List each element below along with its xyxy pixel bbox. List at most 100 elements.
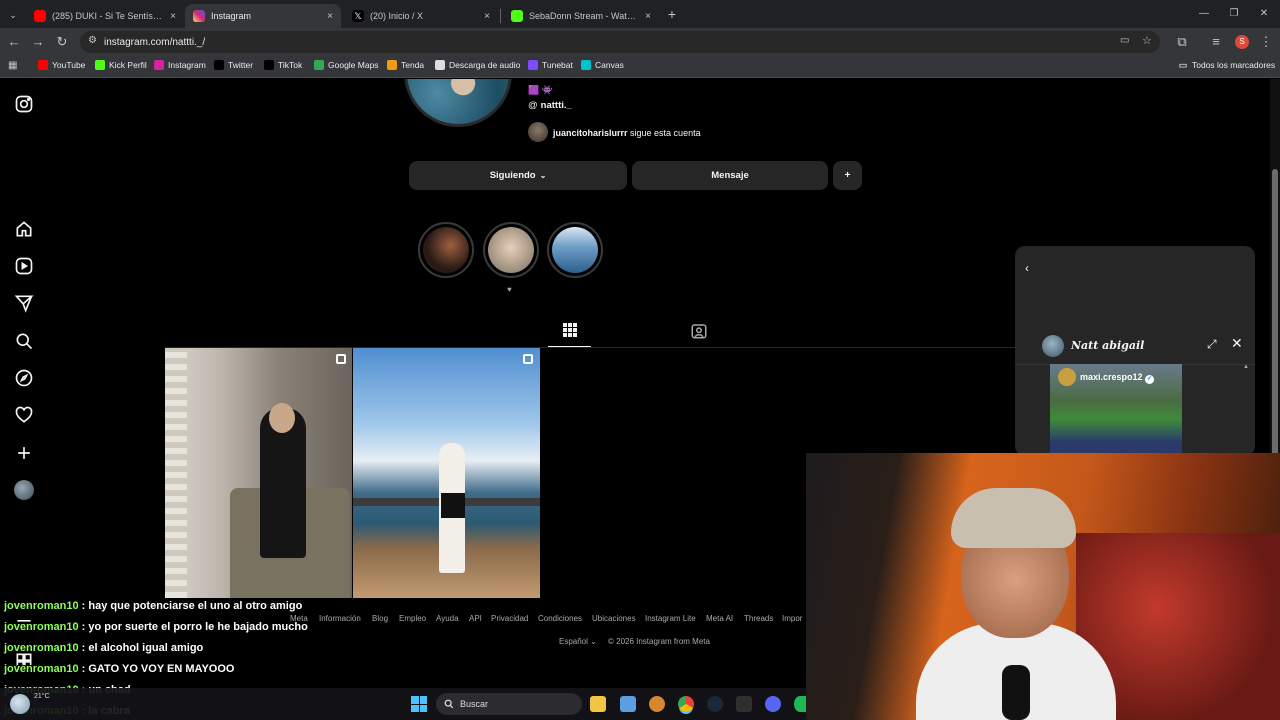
posts-tab[interactable]	[548, 317, 591, 347]
footer-link[interactable]: Meta AI	[706, 614, 733, 623]
reload-icon[interactable]: ↻	[54, 34, 70, 50]
menu-kebab-icon[interactable]: ⋮	[1258, 34, 1274, 50]
profile-picture[interactable]	[404, 79, 512, 127]
instagram-logo-icon[interactable]	[14, 94, 34, 114]
minimize-button[interactable]: —	[1196, 6, 1212, 22]
extensions-icon[interactable]: ⧉	[1174, 34, 1190, 50]
messages-send-icon[interactable]	[14, 293, 34, 313]
bookmark-tiktok[interactable]: TikTok	[264, 60, 302, 70]
bookmark-canvas[interactable]: Canvas	[581, 60, 624, 70]
dm-back-icon[interactable]: ‹	[1025, 261, 1029, 275]
bookmark-tenda[interactable]: Tenda	[387, 60, 424, 70]
discord-icon[interactable]	[765, 696, 781, 712]
message-button[interactable]: Mensaje	[632, 161, 828, 190]
back-arrow-icon[interactable]: ←	[6, 34, 22, 50]
tab-close-icon[interactable]: ×	[484, 11, 490, 22]
notifications-heart-icon[interactable]	[14, 405, 34, 425]
all-bookmarks-folder[interactable]: ▭ Todos los marcadores	[1178, 60, 1275, 70]
home-icon[interactable]	[14, 219, 34, 239]
bookmark-star-icon[interactable]: ☆	[1142, 34, 1152, 47]
bookmark-kick-perfil[interactable]: Kick Perfil	[95, 60, 147, 70]
dm-close-icon[interactable]: ✕	[1231, 335, 1243, 352]
chat-text: : GATO YO VOY EN MAYOOO	[78, 663, 235, 675]
taskbar-search-box[interactable]: Buscar	[436, 693, 582, 715]
footer-link[interactable]: Blog	[372, 614, 388, 623]
bookmark-twitter[interactable]: Twitter	[214, 60, 253, 70]
bookmark-tunebat[interactable]: Tunebat	[528, 60, 573, 70]
cast-icon[interactable]: ▭	[1120, 35, 1129, 46]
reading-list-icon[interactable]: ≡	[1208, 34, 1224, 50]
post-thumbnail-1[interactable]	[165, 348, 352, 598]
threads-badge[interactable]: @ nattti._	[528, 100, 572, 111]
footer-link[interactable]: Ubicaciones	[592, 614, 636, 623]
post-thumbnail-2[interactable]	[353, 348, 540, 598]
reels-icon[interactable]	[14, 256, 34, 276]
followed-by-text[interactable]: juancitoharislurrr sigue esta cuenta	[553, 128, 701, 138]
dm-scrollbar[interactable]: ▲	[1243, 364, 1251, 456]
following-button[interactable]: Siguiendo ⌄	[409, 161, 627, 190]
suggest-user-button[interactable]: +	[833, 161, 862, 190]
language-selector[interactable]: Español ⌄	[559, 637, 597, 646]
footer-link[interactable]: Impor	[782, 614, 802, 623]
bookmark-descarga-de-audio[interactable]: Descarga de audio	[435, 60, 520, 70]
apps-grid-icon[interactable]: ▦	[8, 60, 20, 72]
tab-close-icon[interactable]: ×	[170, 11, 176, 22]
spotify-icon[interactable]	[794, 696, 806, 712]
tab-x[interactable]: 𝕏 (20) Inicio / X ×	[344, 4, 498, 28]
footer-link[interactable]: Threads	[744, 614, 773, 623]
tab-close-icon[interactable]: ×	[327, 11, 333, 22]
bookmark-youtube[interactable]: YouTube	[38, 60, 85, 70]
file-explorer-icon[interactable]	[590, 696, 606, 712]
grid-icon	[562, 323, 577, 337]
site-info-icon[interactable]: ⚙	[88, 35, 97, 46]
highlight-3[interactable]	[547, 222, 603, 278]
highlight-1[interactable]	[418, 222, 474, 278]
bookmark-google-maps[interactable]: Google Maps	[314, 60, 379, 70]
create-plus-icon[interactable]	[14, 443, 34, 463]
footer-link[interactable]: Condiciones	[538, 614, 582, 623]
chat-message: jovenroman10 : yo por suerte el porro le…	[4, 621, 308, 633]
tab-instagram[interactable]: Instagram ×	[185, 4, 341, 28]
tagged-person-icon	[691, 324, 707, 339]
follower-avatar[interactable]	[528, 122, 548, 142]
footer-link[interactable]: Empleo	[399, 614, 426, 623]
footer-link[interactable]: Privacidad	[491, 614, 528, 623]
weather-icon[interactable]	[10, 694, 30, 714]
tab-youtube[interactable]: (285) DUKI - Si Te Sentís Sola (V ×	[26, 4, 184, 28]
highlight-2[interactable]	[483, 222, 539, 278]
store-icon[interactable]	[620, 696, 636, 712]
tab-search-chevron-icon[interactable]: ⌄	[6, 8, 20, 22]
tab-close-icon[interactable]: ×	[645, 11, 651, 22]
dm-expand-icon[interactable]: ⤢	[1207, 337, 1217, 352]
tab-kick[interactable]: SebaDonn Stream - Watch Live ×	[503, 4, 659, 28]
chat-message: jovenroman10 : el alcohol igual amigo	[4, 642, 203, 654]
footer-link[interactable]: Información	[319, 614, 361, 623]
tiktok-icon	[264, 60, 274, 70]
steam-icon[interactable]	[707, 696, 723, 712]
folder-label: Todos los marcadores	[1192, 60, 1276, 70]
bookmark-instagram[interactable]: Instagram	[154, 60, 206, 70]
dm-avatar[interactable]	[1042, 335, 1064, 357]
face-image-region	[269, 403, 295, 433]
maximize-button[interactable]: ❐	[1226, 6, 1242, 22]
dm-shared-post[interactable]: maxi.crespo12 ✔	[1050, 364, 1182, 456]
profile-avatar-icon[interactable]	[14, 480, 34, 500]
chat-message: jovenroman10 : GATO YO VOY EN MAYOOO	[4, 663, 234, 675]
epic-games-icon[interactable]	[736, 696, 752, 712]
x-icon	[214, 60, 224, 70]
close-window-button[interactable]: ✕	[1256, 6, 1272, 22]
explore-compass-icon[interactable]	[14, 368, 34, 388]
new-tab-button[interactable]: +	[664, 6, 680, 22]
brave-icon[interactable]	[649, 696, 665, 712]
chrome-icon[interactable]	[678, 696, 694, 712]
footer-link[interactable]: Instagram Lite	[645, 614, 696, 623]
profile-avatar[interactable]: S	[1235, 35, 1249, 49]
address-bar[interactable]: ⚙ instagram.com/nattti._/ ▭ ☆	[80, 31, 1160, 53]
forward-arrow-icon[interactable]: →	[30, 34, 46, 50]
footer-link[interactable]: API	[469, 614, 482, 623]
search-icon[interactable]	[14, 331, 34, 351]
windows-start-icon[interactable]	[411, 696, 427, 712]
footer-link[interactable]: Ayuda	[436, 614, 459, 623]
tagged-tab[interactable]	[690, 322, 710, 342]
weather-temp[interactable]: 21°C	[34, 693, 50, 700]
